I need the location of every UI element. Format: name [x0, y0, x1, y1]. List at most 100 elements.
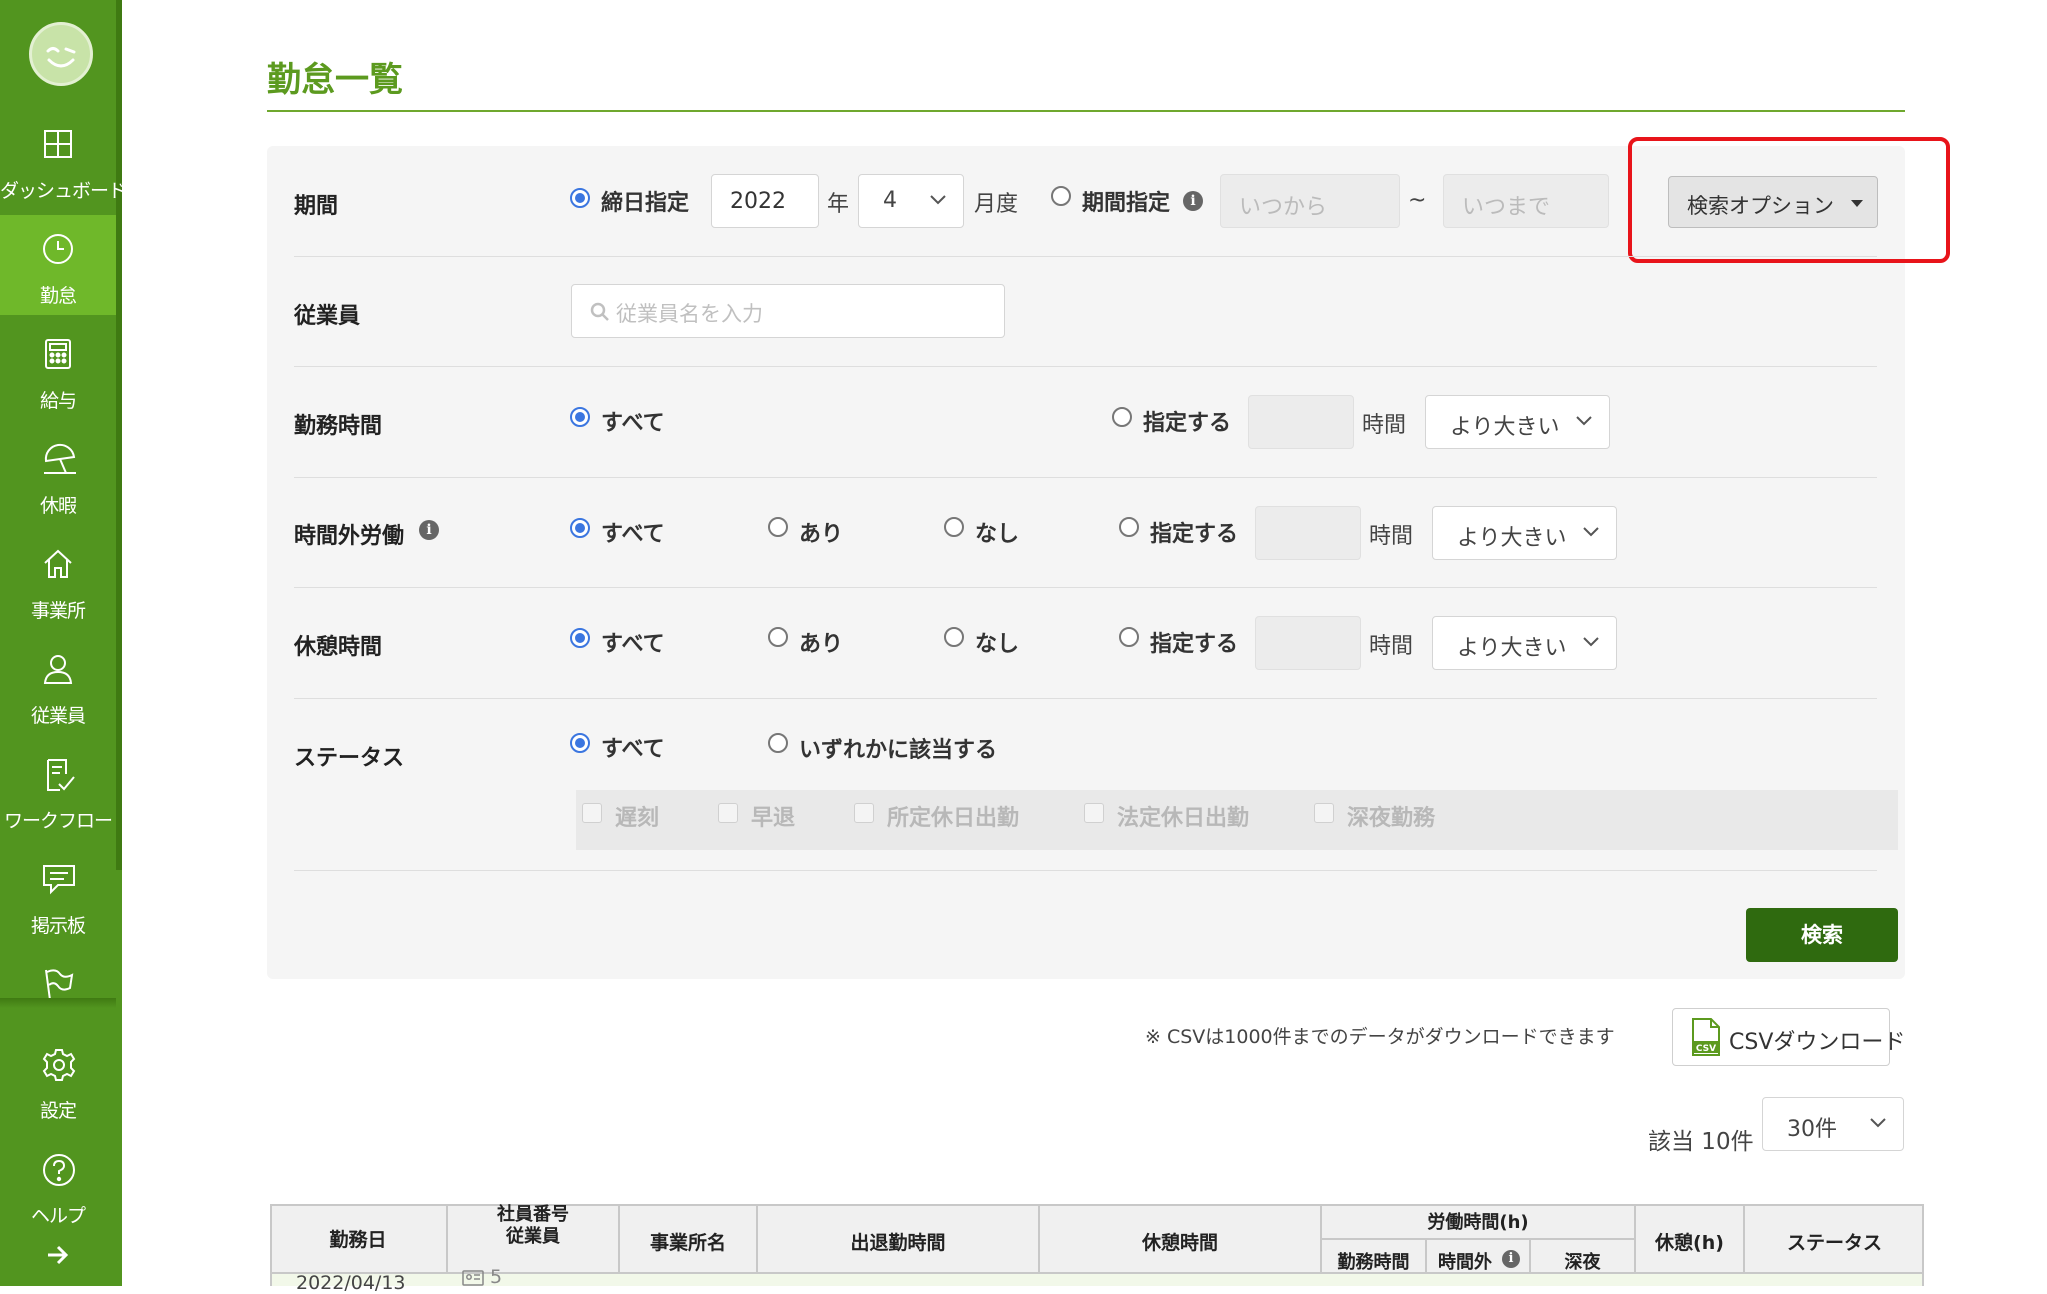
sidebar-item-label: ヘルプ [30, 1205, 86, 1227]
clock-icon [43, 234, 73, 264]
sidebar-item-dashboard[interactable]: ダッシュボード [0, 110, 127, 210]
per-page-select[interactable]: 30件 [1762, 1097, 1904, 1151]
status-night-work-checkbox[interactable] [1314, 803, 1334, 823]
cutoff-radio[interactable] [570, 188, 590, 208]
work-time-all-radio[interactable] [570, 407, 590, 427]
work-time-compare-select[interactable]: より大きい [1425, 395, 1610, 449]
status-any-radio[interactable] [768, 733, 788, 753]
per-page-value: 30件 [1787, 1117, 1837, 1142]
info-icon[interactable]: i [419, 520, 439, 540]
work-time-specify-radio[interactable] [1112, 407, 1132, 427]
info-icon[interactable]: i [1183, 191, 1203, 211]
overtime-specify-radio[interactable] [1119, 517, 1139, 537]
period-from-input[interactable]: いつから [1220, 174, 1400, 228]
th-employee-number[interactable]: 社員番号 [448, 1204, 618, 1226]
th-work-date[interactable]: 勤務日 [270, 1214, 446, 1252]
th-labor-work[interactable]: 勤務時間 [1322, 1248, 1425, 1274]
csv-file-icon: CSV [1692, 1018, 1720, 1056]
home-icon [44, 549, 72, 578]
th-clock-times[interactable]: 出退勤時間 [758, 1228, 1038, 1255]
message-icon [43, 865, 75, 895]
work-time-all-label: すべて [601, 411, 665, 436]
th-break-hours[interactable]: 休憩(h) [1636, 1228, 1743, 1255]
row-divider [294, 477, 1877, 478]
break-yes-radio[interactable] [768, 627, 788, 647]
break-hours-input[interactable] [1255, 616, 1361, 670]
break-no-radio[interactable] [944, 627, 964, 647]
sidebar-item-payroll[interactable]: 給与 [0, 320, 116, 420]
overtime-yes-radio[interactable] [768, 517, 788, 537]
range-radio[interactable] [1051, 186, 1071, 206]
sidebar-item-employees[interactable]: 従業員 [0, 635, 116, 735]
sidebar-item-settings[interactable]: 設定 [0, 1030, 116, 1130]
month-select[interactable]: 4 [858, 174, 964, 228]
sidebar-item-bulletin[interactable]: 掲示板 [0, 845, 116, 945]
sidebar-item-workflow[interactable]: ワークフロー [0, 740, 116, 840]
highlight-annotation [1628, 137, 1950, 263]
row-divider [294, 256, 1877, 257]
table-row[interactable] [270, 1274, 1924, 1286]
logo-icon[interactable] [29, 22, 93, 86]
break-specify-radio[interactable] [1119, 627, 1139, 647]
dashboard-icon [44, 130, 72, 158]
sidebar-item-attendance[interactable]: 勤怠 [0, 215, 116, 315]
break-compare-select[interactable]: より大きい [1432, 616, 1617, 670]
overtime-label: 時間外労働 [294, 524, 405, 549]
year-input[interactable]: 2022 [711, 174, 819, 228]
work-time-compare-value: より大きい [1450, 415, 1560, 440]
tilde-separator: ~ [1408, 188, 1427, 213]
month-select-value: 4 [883, 188, 897, 213]
status-all-radio[interactable] [570, 733, 590, 753]
work-time-label: 勤務時間 [294, 414, 383, 439]
overtime-compare-select[interactable]: より大きい [1432, 506, 1617, 560]
th-employee[interactable]: 従業員 [448, 1226, 618, 1248]
th-status[interactable]: ステータス [1745, 1228, 1924, 1255]
status-label: ステータス [294, 746, 405, 771]
info-icon[interactable]: i [1502, 1250, 1520, 1268]
chevron-down-icon [1870, 1118, 1886, 1128]
sidebar-item-leave[interactable]: 休暇 [0, 425, 116, 525]
status-option-label: 法定休日出勤 [1117, 806, 1250, 831]
overtime-hours-input[interactable] [1255, 506, 1361, 560]
work-time-hours-input[interactable] [1248, 395, 1354, 449]
break-all-radio[interactable] [570, 628, 590, 648]
search-icon [590, 302, 609, 321]
sidebar-item-label: 事業所 [30, 600, 86, 622]
th-labor-overtime[interactable]: 時間外 [1427, 1248, 1503, 1274]
break-unit: 時間 [1369, 634, 1414, 659]
status-late-checkbox[interactable] [582, 803, 602, 823]
th-labor-night[interactable]: 深夜 [1531, 1248, 1634, 1274]
sidebar-item-label: 給与 [39, 390, 77, 412]
csv-download-button[interactable]: CSV CSVダウンロード [1672, 1008, 1905, 1066]
result-count: 該当 10件 [1648, 1129, 1754, 1155]
sidebar-scrollbar[interactable] [116, 0, 122, 870]
status-early-leave-checkbox[interactable] [718, 803, 738, 823]
sidebar-expand-button[interactable] [0, 1235, 116, 1285]
sidebar-item-label: 休暇 [39, 495, 77, 517]
overtime-compare-value: より大きい [1457, 526, 1567, 551]
th-break-times[interactable]: 休憩時間 [1040, 1228, 1320, 1255]
search-button[interactable]: 検索 [1746, 908, 1898, 962]
overtime-no-radio[interactable] [944, 517, 964, 537]
row-divider [294, 870, 1877, 871]
sidebar-item-help[interactable]: ヘルプ [0, 1135, 116, 1235]
status-all-label: すべて [601, 737, 665, 762]
status-scheduled-holiday-checkbox[interactable] [854, 803, 874, 823]
sidebar-item-office[interactable]: 事業所 [0, 530, 116, 630]
title-divider [267, 110, 1905, 112]
chevron-down-icon [1583, 637, 1599, 647]
page-title: 勤怠一覧 [267, 60, 403, 100]
break-yes-label: あり [799, 632, 844, 657]
csv-download-label: CSVダウンロード [1729, 1030, 1906, 1055]
employee-label: 従業員 [294, 304, 361, 329]
period-to-input[interactable]: いつまで [1443, 174, 1609, 228]
status-legal-holiday-checkbox[interactable] [1084, 803, 1104, 823]
break-no-label: なし [975, 632, 1020, 657]
chevron-down-icon [1576, 416, 1592, 426]
sidebar-item-label: ワークフロー [3, 810, 113, 832]
row-divider [294, 698, 1877, 699]
range-radio-label: 期間指定 [1082, 191, 1171, 216]
th-office[interactable]: 事業所名 [620, 1228, 756, 1255]
overtime-all-radio[interactable] [570, 518, 590, 538]
employee-search-input[interactable]: 従業員名を入力 [571, 284, 1005, 338]
